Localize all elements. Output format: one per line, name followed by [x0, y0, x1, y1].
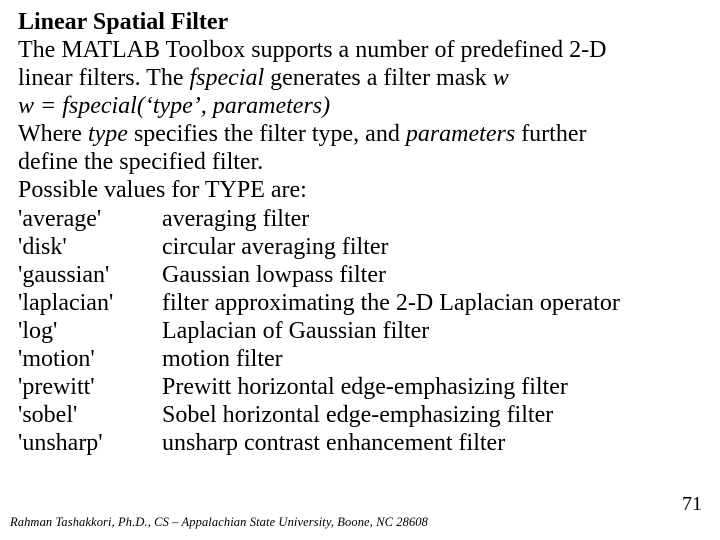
- table-row: 'log' Laplacian of Gaussian filter: [18, 317, 704, 345]
- filter-key: 'laplacian': [18, 289, 162, 317]
- slide-title: Linear Spatial Filter: [18, 8, 704, 36]
- type-word: type: [88, 121, 128, 147]
- filter-key: 'gaussian': [18, 261, 162, 289]
- filter-key: 'sobel': [18, 401, 162, 429]
- filter-desc: filter approximating the 2-D Laplacian o…: [162, 289, 704, 317]
- filter-desc: motion filter: [162, 345, 704, 373]
- filter-desc: Prewitt horizontal edge-emphasizing filt…: [162, 373, 704, 401]
- filter-key: 'log': [18, 317, 162, 345]
- text: generates a filter mask: [264, 65, 493, 91]
- slide: Linear Spatial Filter The MATLAB Toolbox…: [0, 0, 720, 540]
- fspecial-word: fspecial: [190, 65, 265, 91]
- filter-desc: Sobel horizontal edge-emphasizing filter: [162, 401, 704, 429]
- table-row: 'prewitt' Prewitt horizontal edge-emphas…: [18, 373, 704, 401]
- filter-key: 'motion': [18, 345, 162, 373]
- table-row: 'motion' motion filter: [18, 345, 704, 373]
- filter-key: 'disk': [18, 233, 162, 261]
- footer-credit: Rahman Tashakkori, Ph.D., CS – Appalachi…: [10, 515, 428, 530]
- parameters-word: parameters: [406, 121, 515, 147]
- syntax-line: w = fspecial(‘type’, parameters): [18, 92, 704, 120]
- filter-desc: Gaussian lowpass filter: [162, 261, 704, 289]
- table-row: 'average' averaging filter: [18, 205, 704, 233]
- filter-key: 'prewitt': [18, 373, 162, 401]
- where-line-2: define the specified filter.: [18, 148, 704, 176]
- possible-values-heading: Possible values for TYPE are:: [18, 176, 704, 204]
- intro-line-1: The MATLAB Toolbox supports a number of …: [18, 36, 704, 64]
- table-row: 'sobel' Sobel horizontal edge-emphasizin…: [18, 401, 704, 429]
- page-number: 71: [682, 493, 702, 516]
- intro-line-2: linear filters. The fspecial generates a…: [18, 64, 704, 92]
- table-row: 'laplacian' filter approximating the 2-D…: [18, 289, 704, 317]
- table-row: 'disk' circular averaging filter: [18, 233, 704, 261]
- filter-key: 'average': [18, 205, 162, 233]
- filter-desc: Laplacian of Gaussian filter: [162, 317, 704, 345]
- text: specifies the filter type, and: [128, 121, 406, 147]
- text: further: [515, 121, 586, 147]
- table-row: 'unsharp' unsharp contrast enhancement f…: [18, 429, 704, 457]
- filter-desc: unsharp contrast enhancement filter: [162, 429, 704, 457]
- where-line-1: Where type specifies the filter type, an…: [18, 120, 704, 148]
- filter-desc: circular averaging filter: [162, 233, 704, 261]
- filter-desc: averaging filter: [162, 205, 704, 233]
- filter-key: 'unsharp': [18, 429, 162, 457]
- text: Where: [18, 121, 88, 147]
- w-var: w: [493, 65, 509, 91]
- table-row: 'gaussian' Gaussian lowpass filter: [18, 261, 704, 289]
- text: linear filters. The: [18, 65, 190, 91]
